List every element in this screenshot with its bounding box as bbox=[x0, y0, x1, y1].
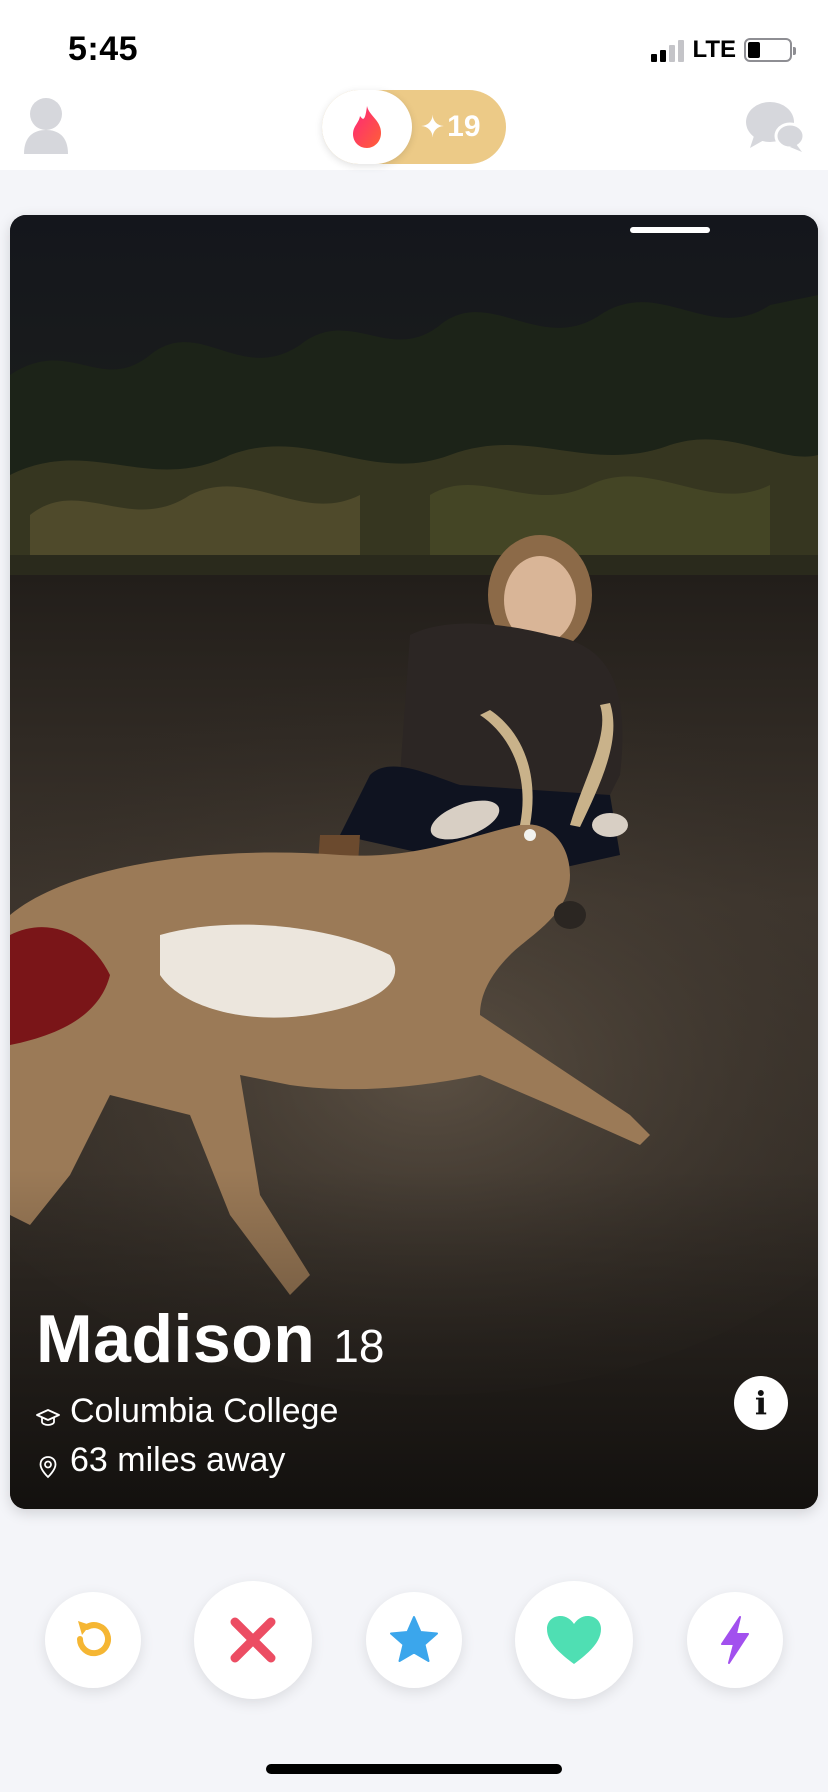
boost-button[interactable] bbox=[687, 1592, 783, 1688]
status-bar: 5:45 LTE bbox=[0, 0, 828, 90]
like-button[interactable] bbox=[515, 1581, 633, 1699]
battery-icon bbox=[744, 38, 796, 62]
sparkle-icon: ✦ bbox=[420, 110, 446, 144]
profile-info: Madison 18 Columbia College 63 miles awa… bbox=[36, 1300, 384, 1480]
school-row: Columbia College bbox=[36, 1392, 384, 1431]
status-indicators: LTE bbox=[651, 36, 796, 64]
network-type: LTE bbox=[692, 36, 736, 63]
profile-icon[interactable] bbox=[22, 96, 70, 158]
heart-icon bbox=[547, 1616, 601, 1664]
info-button[interactable]: i bbox=[734, 1376, 788, 1430]
top-nav: ✦ 19 bbox=[0, 90, 828, 170]
distance-text: 63 miles away bbox=[70, 1441, 286, 1479]
super-like-button[interactable] bbox=[366, 1592, 462, 1688]
rewind-icon bbox=[76, 1621, 111, 1657]
profile-age: 18 bbox=[333, 1320, 385, 1372]
gold-count: ✦ 19 bbox=[420, 90, 481, 164]
profile-card[interactable]: Madison 18 Columbia College 63 miles awa… bbox=[10, 215, 818, 1509]
profile-name: Madison bbox=[36, 1301, 316, 1377]
photo-indicator bbox=[630, 227, 710, 233]
gold-toggle[interactable]: ✦ 19 bbox=[322, 90, 506, 164]
distance-row: 63 miles away bbox=[36, 1441, 384, 1480]
star-icon bbox=[390, 1616, 438, 1662]
signal-icon bbox=[651, 38, 685, 62]
nope-button[interactable] bbox=[194, 1581, 312, 1699]
location-pin-icon bbox=[36, 1449, 60, 1478]
gold-count-value: 19 bbox=[447, 110, 481, 143]
school-name: Columbia College bbox=[70, 1392, 339, 1430]
home-indicator[interactable] bbox=[266, 1764, 562, 1774]
lightning-icon bbox=[721, 1616, 749, 1664]
messages-icon[interactable] bbox=[744, 100, 806, 154]
graduation-cap-icon bbox=[36, 1400, 60, 1426]
x-icon bbox=[230, 1617, 276, 1663]
status-time: 5:45 bbox=[68, 30, 139, 68]
rewind-button[interactable] bbox=[45, 1592, 141, 1688]
flame-icon[interactable] bbox=[322, 90, 412, 164]
